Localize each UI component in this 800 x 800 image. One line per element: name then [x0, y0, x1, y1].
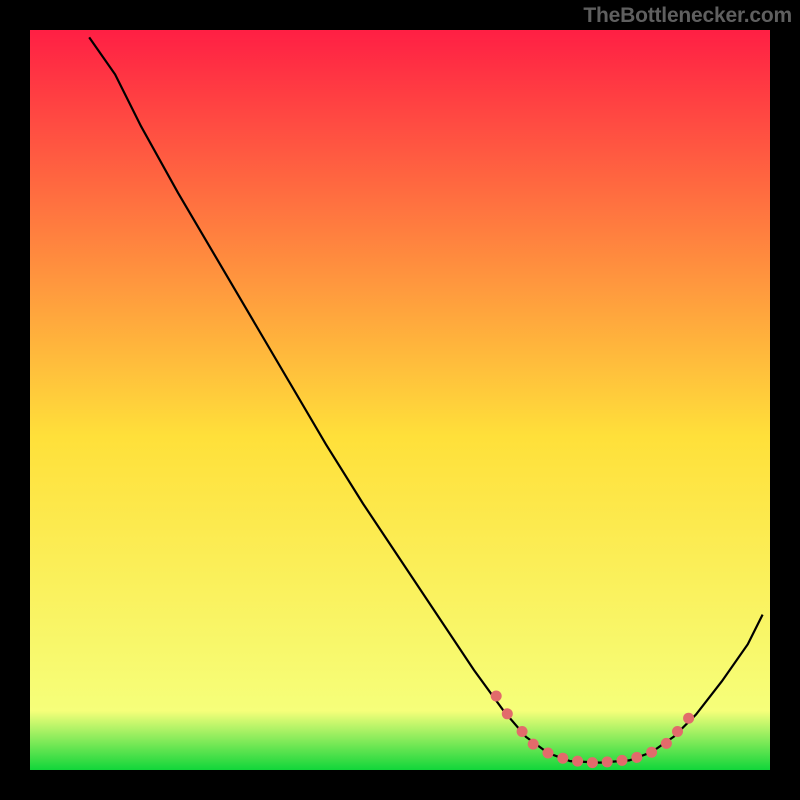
curve-marker — [617, 755, 628, 766]
watermark-text: TheBottlenecker.com — [583, 4, 792, 28]
curve-marker — [683, 713, 694, 724]
bottleneck-curve-chart — [30, 30, 770, 770]
curve-marker — [661, 738, 672, 749]
curve-marker — [502, 708, 513, 719]
curve-marker — [587, 757, 598, 768]
gradient-background — [30, 30, 770, 770]
curve-marker — [631, 752, 642, 763]
curve-marker — [517, 726, 528, 737]
chart-container: TheBottlenecker.com — [0, 0, 800, 800]
curve-marker — [491, 691, 502, 702]
curve-marker — [646, 747, 657, 758]
curve-marker — [572, 756, 583, 767]
curve-marker — [602, 756, 613, 767]
curve-marker — [528, 739, 539, 750]
curve-marker — [672, 726, 683, 737]
curve-marker — [557, 753, 568, 764]
curve-marker — [543, 748, 554, 759]
